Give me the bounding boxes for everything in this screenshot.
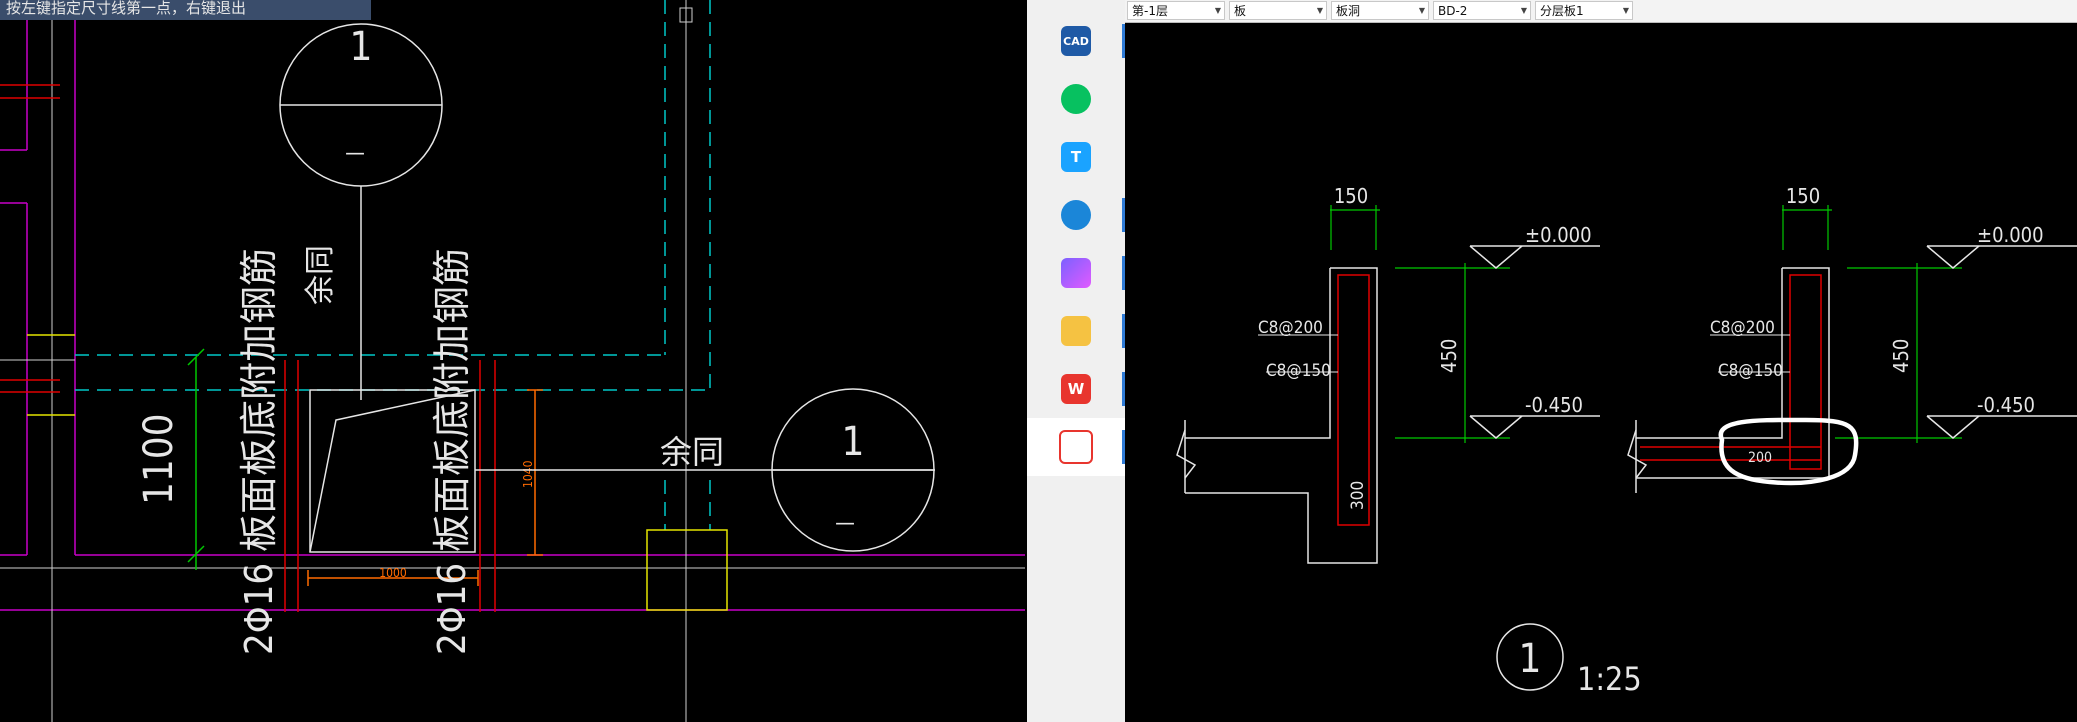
detail-right-level-bottom: -0.450: [1977, 393, 2035, 417]
top-marker-sheet: —: [345, 141, 365, 166]
vertical-taskbar: CAD T W: [1027, 0, 1125, 722]
taskbar-item-wechat[interactable]: [1027, 70, 1125, 128]
tencent-meeting-icon: T: [1061, 142, 1091, 172]
component-name-select[interactable]: BD-2 ▼: [1433, 1, 1531, 20]
detail-right-level-top: ±0.000: [1977, 223, 2044, 247]
taskbar-item-wps[interactable]: W: [1027, 360, 1125, 418]
chevron-down-icon: ▼: [1520, 6, 1527, 15]
floor-select[interactable]: 第-1层 ▼: [1127, 1, 1225, 20]
dim-width: 1000: [379, 566, 407, 580]
right-marker-sheet: —: [835, 511, 855, 536]
detail-right-width: 150: [1786, 184, 1820, 208]
ai-app-icon: [1061, 258, 1091, 288]
chevron-down-icon: ▼: [1316, 6, 1323, 15]
detail-left-width: 150: [1334, 184, 1368, 208]
taskbar-item-edge[interactable]: [1027, 186, 1125, 244]
detail-marker-number: 1: [1519, 636, 1542, 682]
floor-select-value: 第-1层: [1132, 4, 1168, 18]
component-name-value: BD-2: [1438, 4, 1468, 18]
taskbar-item-file-explorer[interactable]: [1027, 302, 1125, 360]
detail-left-level-top: ±0.000: [1525, 223, 1592, 247]
detail-right-rebar-2: C8@150: [1718, 361, 1783, 381]
wps-office-icon: W: [1061, 374, 1091, 404]
component-toolbar: 第-1层 ▼ 板 ▼ 板洞 ▼ BD-2 ▼ 分层板1 ▼: [1125, 0, 2077, 23]
detail-right-rebar-1: C8@200: [1710, 318, 1775, 338]
taskbar-item-cad[interactable]: CAD: [1027, 12, 1125, 70]
detail-left-depth: 300: [1348, 481, 1368, 510]
taskbar-item-screenshot[interactable]: [1027, 418, 1125, 476]
dim-height: 1100: [136, 413, 182, 505]
chevron-down-icon: ▼: [1418, 6, 1425, 15]
chevron-down-icon: ▼: [1622, 6, 1629, 15]
right-marker-number: 1: [842, 419, 865, 465]
detail-marker-scale: 1:25: [1577, 660, 1642, 698]
rebar-note-left: 2Φ16 板面板底附加钢筋: [237, 248, 281, 655]
note-same-right: 余同: [660, 433, 724, 471]
top-marker-number: 1: [350, 24, 373, 70]
edge-browser-icon: [1061, 200, 1091, 230]
component-type-select[interactable]: 板 ▼: [1229, 1, 1327, 20]
detail-left-rebar-2: C8@150: [1266, 361, 1331, 381]
taskbar-item-ai-app[interactable]: [1027, 244, 1125, 302]
component-type-value: 板: [1234, 4, 1247, 18]
detail-right-callout: 200: [1748, 450, 1772, 466]
layer-select[interactable]: 分层板1 ▼: [1535, 1, 1633, 20]
screenshot-tool-icon: [1059, 430, 1093, 464]
detail-right-height: 450: [1889, 339, 1913, 373]
layer-value: 分层板1: [1540, 4, 1584, 18]
note-same-top: 余同: [303, 245, 338, 305]
wechat-icon: [1061, 84, 1091, 114]
detail-left-level-bottom: -0.450: [1525, 393, 1583, 417]
component-subtype-value: 板洞: [1336, 4, 1361, 18]
cad-app-icon: CAD: [1061, 26, 1091, 56]
taskbar-item-tencent-meeting[interactable]: T: [1027, 128, 1125, 186]
file-explorer-icon: [1061, 316, 1091, 346]
detail-left-rebar-1: C8@200: [1258, 318, 1323, 338]
detail-left-height: 450: [1437, 339, 1461, 373]
command-tooltip: 按左键指定尺寸线第一点，右键退出: [0, 0, 371, 20]
dim-side: 1040: [521, 460, 535, 488]
component-subtype-select[interactable]: 板洞 ▼: [1331, 1, 1429, 20]
rebar-note-right: 2Φ16 板面板底附加钢筋: [430, 248, 474, 655]
chevron-down-icon: ▼: [1214, 6, 1221, 15]
